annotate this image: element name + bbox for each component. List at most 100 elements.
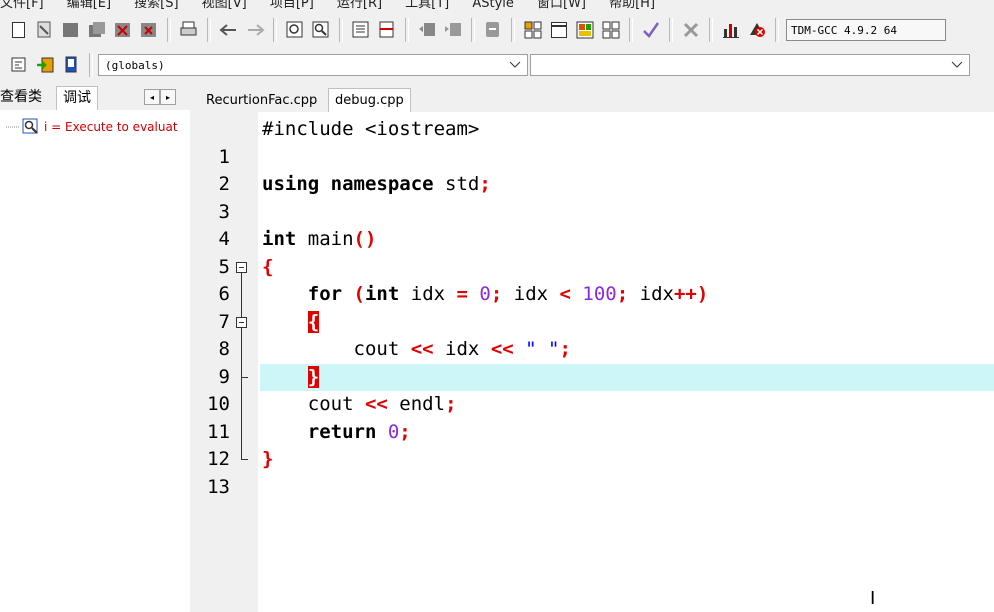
goto-declaration-icon[interactable] [34,54,56,76]
operator: << [410,338,434,360]
tab-recurtionfac[interactable]: RecurtionFac.cpp [200,88,323,112]
fold-end [241,376,248,378]
toolbar-separator [405,18,409,42]
replace-icon[interactable] [310,19,332,41]
goto-definition-icon[interactable] [60,54,82,76]
toolbar-separator [207,18,211,42]
project-options-icon[interactable] [548,19,570,41]
watch-item-label: i = Execute to evaluat [44,120,178,134]
operator: } [262,448,274,470]
code-line: 5 int main() [200,226,994,278]
unindent-icon[interactable] [442,19,464,41]
code-line: 7 for (int idx = 0; idx < 100; idx++) [200,281,994,333]
fold-line [241,336,242,364]
operator: ; [559,338,571,360]
menu-view[interactable]: 视图[V] [202,0,247,10]
operator: << [490,338,514,360]
toolbar-separator [471,18,475,42]
collapse-box-icon[interactable] [236,316,247,328]
close-icon[interactable] [112,19,134,41]
left-panel: 查看类 调试 ◂ ▸ i = Execute to evaluat [0,84,190,612]
tab-debug-cpp[interactable]: debug.cpp [328,88,411,112]
menu-search[interactable]: 搜索[S] [134,0,178,10]
identifier: cout [307,393,365,415]
toggle-icon[interactable] [376,19,398,41]
redo-icon[interactable] [244,19,266,41]
fold-marker[interactable] [234,254,254,281]
menu-window[interactable]: 窗口[W] [537,0,586,10]
menu-tools[interactable]: 工具[T] [405,0,449,10]
operator: ; [479,173,491,195]
operator: << [364,393,388,415]
identifier: cout [353,338,411,360]
menu-run[interactable]: 运行[R] [337,0,382,10]
line-text: #include <iostream> [260,116,994,144]
check-syntax-icon[interactable] [640,19,662,41]
menu-edit[interactable]: 编辑[E] [67,0,111,10]
chart-icon[interactable] [720,19,742,41]
insert-icon[interactable] [8,54,30,76]
operator: ; [399,420,411,443]
scroll-right-arrow-icon[interactable]: ▸ [160,89,176,105]
identifier: std [433,173,480,195]
tree-branch-icon [6,126,20,128]
code-line: 6 { [200,254,994,306]
scroll-left-arrow-icon[interactable]: ◂ [144,89,160,105]
debug-stop-icon[interactable] [746,19,768,41]
identifier: main [296,228,354,250]
operator: ; [616,283,629,305]
fold-marker [234,281,254,309]
operator: = [456,283,468,305]
menu-project[interactable]: 项目[P] [270,0,314,10]
code-editor[interactable]: 1 #include <iostream> 2 3 using namespac… [200,112,994,612]
stop-icon[interactable] [680,19,702,41]
toggle-comment-icon[interactable] [482,19,504,41]
toolbar-separator [511,18,515,42]
save-icon[interactable] [60,19,82,41]
tab-scroll-arrows: ◂ ▸ [144,89,176,105]
indent-icon[interactable] [416,19,438,41]
line-text [260,144,994,172]
grid-icon[interactable] [600,19,622,41]
new-file-icon[interactable] [8,19,30,41]
number-literal: 0 [467,283,491,305]
fold-line [241,281,242,309]
goto-icon[interactable] [350,19,372,41]
find-icon[interactable] [284,19,306,41]
tab-classes[interactable]: 查看类 [0,86,42,106]
save-all-icon[interactable] [86,19,108,41]
tab-debug[interactable]: 调试 [56,86,98,110]
menu-file[interactable]: 文件[F] [0,0,44,10]
class-toolbar: (globals) [0,50,994,80]
new-project-icon[interactable] [522,19,544,41]
compiler-select[interactable]: TDM-GCC 4.9.2 64 [786,19,946,41]
code-line: 9 cout << idx << " "; [200,336,994,388]
menu-help[interactable]: 帮助[H] [609,0,655,10]
toolbar-separator [273,18,277,42]
print-icon[interactable] [178,19,200,41]
collapse-box-icon[interactable] [236,261,247,273]
line-text: using namespace std; [260,171,994,199]
close-all-icon[interactable] [138,19,160,41]
code-line: 4 [200,199,994,250]
class-combo-value: (globals) [105,58,165,72]
fold-marker[interactable] [234,308,254,336]
fold-line [241,308,242,317]
operator: < [559,283,571,305]
chevron-down-icon [509,61,521,68]
watch-item[interactable]: i = Execute to evaluat [4,118,178,136]
menu-astyle[interactable]: AStyle [472,0,514,10]
toolbar-separator [669,18,673,42]
code-line: 8 { [200,308,994,360]
code-area[interactable]: 1 #include <iostream> 2 3 using namespac… [200,116,994,498]
class-combo[interactable]: (globals) [98,54,528,76]
open-file-icon[interactable] [34,19,56,41]
member-combo[interactable] [530,54,970,76]
fold-marker [234,336,254,364]
keyword: return [307,420,377,443]
operator: { [262,255,274,278]
undo-icon[interactable] [218,19,240,41]
fold-line [241,391,242,419]
layout-icon[interactable] [574,19,596,41]
fold-line [241,272,242,281]
